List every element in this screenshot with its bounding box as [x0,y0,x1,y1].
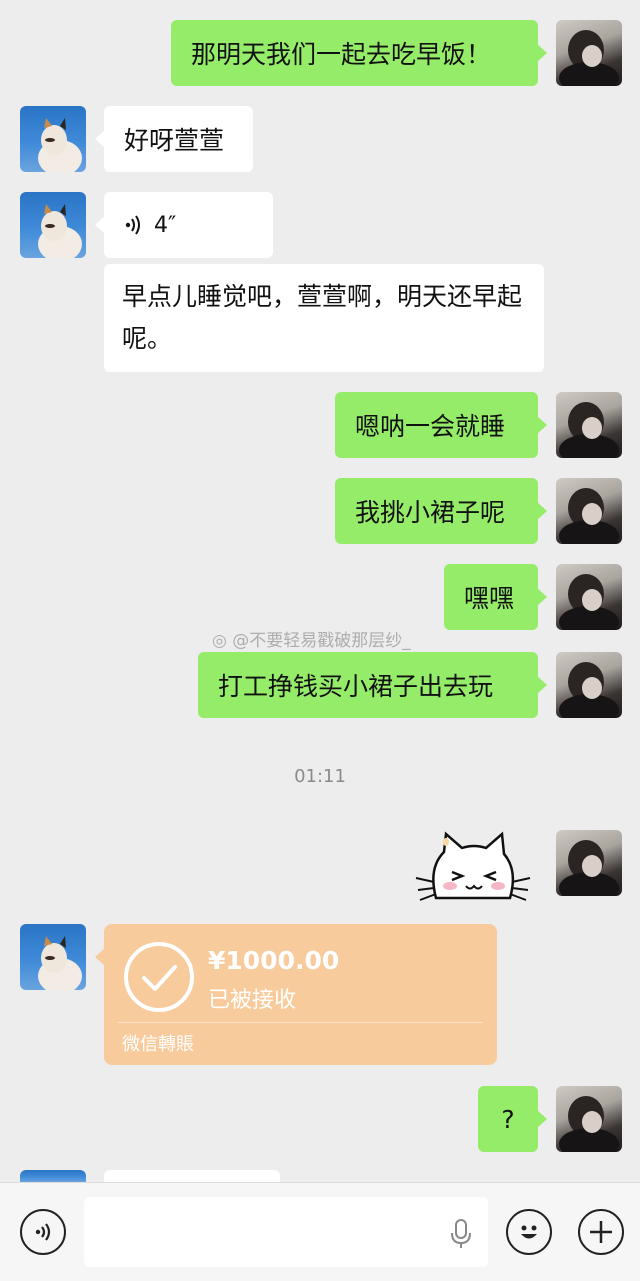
weibo-watermark: ◎ @不要轻易戳破那层纱_ [212,626,411,651]
contact-avatar[interactable] [20,1170,86,1182]
message-bubble-6[interactable]: 我挑小裙子呢 [335,478,547,544]
watermark-text: @不要轻易戳破那层纱_ [232,631,411,651]
more-button[interactable] [578,1209,624,1255]
message-bubble-4[interactable]: 早点儿睡觉吧，萱萱啊，明天还早起呢。 [104,264,544,372]
chat-timestamp: 01:11 [294,766,346,787]
self-avatar[interactable] [556,1086,622,1152]
voice-duration: 4″ [154,212,177,238]
message-text-1: 那明天我们一起去吃早饭！ [191,40,492,69]
emoji-icon [521,1225,537,1239]
input-bar [0,1182,640,1281]
contact-avatar[interactable] [20,192,86,258]
message-bubble-1[interactable]: 那明天我们一起去吃早饭！ [171,20,547,86]
message-text-2: 好呀萱萱 [124,126,225,155]
voice-toggle-icon [35,1223,51,1241]
message-bubble-7[interactable]: 嘿嘿 [444,564,547,630]
transfer-footer: 微信轉賬 [122,1034,194,1055]
emoji-button[interactable] [506,1209,552,1255]
message-input[interactable] [84,1197,488,1267]
contact-avatar[interactable] [20,106,86,172]
message-text-5: 嗯呐一会就睡 [355,412,506,441]
partial-bubble [104,1170,280,1182]
weibo-logo-icon: ◎ [212,631,227,651]
transfer-amount: ¥1000.00 [208,946,340,975]
self-avatar[interactable] [556,564,622,630]
transfer-divider [118,1022,483,1023]
self-avatar[interactable] [556,392,622,458]
self-avatar[interactable] [556,830,622,896]
sticker-cat[interactable] [414,828,532,906]
self-avatar[interactable] [556,652,622,718]
transfer-card[interactable]: ¥1000.00 已被接收 微信轉賬 [95,924,497,1065]
message-text-6: 我挑小裙子呢 [355,498,506,527]
self-avatar[interactable] [556,20,622,86]
check-circle-icon [122,940,196,1018]
message-text-9: ? [501,1104,515,1134]
contact-avatar[interactable] [20,924,86,990]
message-bubble-2[interactable]: 好呀萱萱 [95,106,253,172]
voice-message-bubble[interactable]: 4″ [95,192,273,258]
message-bubble-8[interactable]: 打工挣钱买小裙子出去玩 [198,652,547,718]
message-bubble-9[interactable]: ? [478,1086,547,1152]
plus-icon [590,1221,612,1243]
microphone-icon[interactable] [450,1219,472,1249]
message-text-7: 嘿嘿 [464,584,515,613]
message-text-8: 打工挣钱买小裙子出去玩 [218,672,494,701]
transfer-status: 已被接收 [208,988,297,1013]
message-bubble-5[interactable]: 嗯呐一会就睡 [335,392,547,458]
self-avatar[interactable] [556,478,622,544]
voice-wave-icon [124,214,142,236]
message-text-4: 早点儿睡觉吧，萱萱啊，明天还早起呢。 [122,282,523,353]
voice-toggle-button[interactable] [20,1209,66,1255]
